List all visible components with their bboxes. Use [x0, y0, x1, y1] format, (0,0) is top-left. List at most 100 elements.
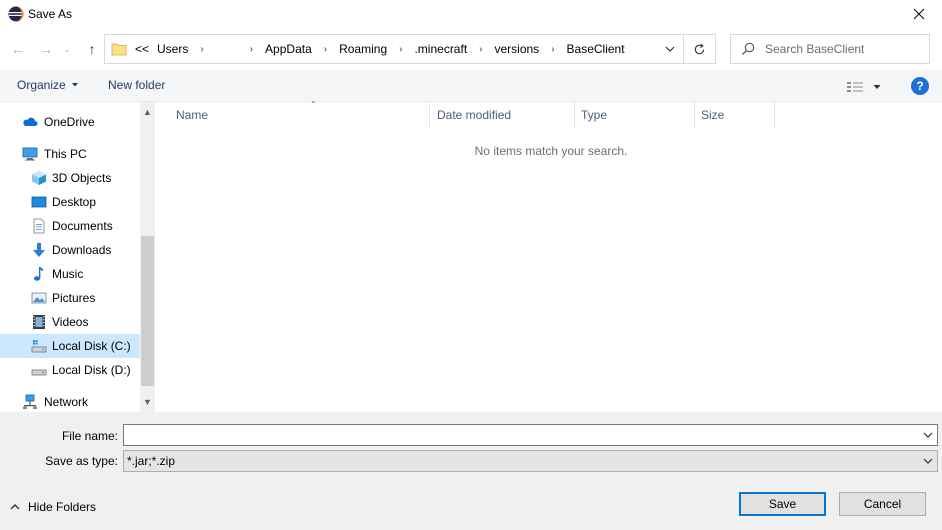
save-as-type-label: Save as type:	[45, 454, 118, 468]
help-button[interactable]: ?	[911, 77, 929, 95]
drive-icon	[31, 340, 47, 353]
chevron-right-icon[interactable]: ›	[316, 44, 335, 55]
address-bar[interactable]: << Users › › AppData › Roaming › .minecr…	[104, 34, 684, 64]
nav-item-videos[interactable]: Videos	[0, 310, 140, 334]
search-icon	[742, 42, 755, 55]
nav-item-label: Music	[52, 267, 84, 281]
column-label: Name	[176, 108, 209, 122]
hide-folders-button[interactable]: Hide Folders	[10, 500, 96, 514]
breadcrumb-overflow[interactable]: <<	[131, 42, 153, 56]
nav-item-label: Documents	[52, 219, 113, 233]
title-bar: Save As	[0, 0, 942, 28]
breadcrumb-minecraft[interactable]: .minecraft	[410, 42, 471, 56]
save-button[interactable]: Save	[739, 492, 826, 516]
drive-icon	[31, 369, 47, 376]
nav-item-this-pc[interactable]: This PC	[0, 142, 140, 166]
chevron-down-icon	[923, 432, 933, 438]
nav-item-3d-objects[interactable]: 3D Objects	[0, 166, 140, 190]
nav-item-network[interactable]: Network	[0, 390, 140, 412]
save-options-panel: File name: Save as type: *.jar;*.zip Hid…	[0, 412, 942, 530]
refresh-button[interactable]	[684, 34, 716, 64]
file-name-dropdown-button[interactable]	[921, 428, 935, 442]
scroll-down-arrow-icon[interactable]: ▼	[140, 394, 155, 410]
arrow-up-icon: ↑	[88, 41, 96, 57]
command-toolbar: Organize New folder ?	[0, 70, 942, 102]
change-view-button[interactable]	[846, 78, 888, 96]
nav-item-label: 3D Objects	[52, 171, 112, 185]
nav-item-documents[interactable]: Documents	[0, 214, 140, 238]
organize-button[interactable]: Organize	[17, 78, 82, 92]
column-header-date-modified[interactable]: Date modified	[431, 102, 575, 128]
breadcrumb-appdata[interactable]: AppData	[261, 42, 316, 56]
navigation-scrollbar[interactable]: ▲ ▼	[140, 102, 155, 412]
search-input[interactable]	[765, 35, 925, 63]
desktop-icon	[31, 196, 47, 208]
nav-item-label: Network	[44, 395, 89, 409]
chevron-right-icon[interactable]: ›	[192, 44, 211, 55]
download-arrow-icon	[33, 243, 45, 257]
new-folder-button[interactable]: New folder	[108, 78, 165, 92]
nav-item-label: Local Disk (D:)	[52, 363, 131, 377]
save-as-type-select[interactable]: *.jar;*.zip	[123, 450, 938, 472]
window-title: Save As	[28, 7, 73, 21]
picture-icon	[31, 292, 47, 304]
nav-item-desktop[interactable]: Desktop	[0, 190, 140, 214]
music-note-icon	[34, 267, 44, 281]
chevron-right-icon[interactable]: ›	[471, 44, 490, 55]
back-button[interactable]: ←	[8, 38, 28, 60]
eclipse-app-icon	[8, 6, 24, 22]
folder-icon	[111, 43, 127, 56]
nav-item-local-disk-c[interactable]: Local Disk (C:)	[0, 334, 140, 358]
column-header-name[interactable]: ⌃ Name	[170, 100, 430, 128]
chevron-right-icon[interactable]: ›	[242, 44, 261, 55]
chevron-right-icon[interactable]: ›	[391, 44, 410, 55]
scroll-up-arrow-icon[interactable]: ▲	[140, 104, 155, 120]
nav-item-music[interactable]: Music	[0, 262, 140, 286]
help-icon: ?	[916, 79, 924, 93]
nav-item-label: This PC	[44, 147, 87, 161]
cube-icon	[32, 171, 46, 185]
file-name-label: File name:	[61, 429, 118, 443]
close-button[interactable]	[896, 0, 942, 28]
film-icon	[33, 315, 45, 329]
arrow-right-icon: →	[39, 41, 53, 57]
column-label: Type	[581, 108, 608, 122]
nav-item-local-disk-d[interactable]: Local Disk (D:)	[0, 358, 140, 382]
nav-item-label: Videos	[52, 315, 89, 329]
chevron-down-icon	[665, 46, 675, 52]
nav-item-onedrive[interactable]: OneDrive	[0, 110, 140, 134]
column-label: Size	[701, 108, 725, 122]
address-dropdown-button[interactable]	[657, 35, 683, 63]
nav-item-downloads[interactable]: Downloads	[0, 238, 140, 262]
chevron-right-icon[interactable]: ›	[543, 44, 562, 55]
caret-down-icon	[873, 85, 881, 89]
breadcrumb-roaming[interactable]: Roaming	[335, 42, 391, 56]
refresh-icon	[694, 43, 705, 54]
search-box[interactable]	[730, 34, 930, 64]
file-name-combobox[interactable]	[123, 424, 938, 446]
forward-button[interactable]: →	[36, 38, 56, 60]
column-header-type[interactable]: Type	[575, 102, 695, 128]
nav-item-label: Downloads	[52, 243, 112, 257]
breadcrumb-baseclient[interactable]: BaseClient	[563, 42, 629, 56]
nav-item-label: OneDrive	[44, 115, 95, 129]
breadcrumb: << Users › › AppData › Roaming › .minecr…	[131, 35, 629, 63]
recent-locations-button[interactable]: ⌄	[60, 38, 74, 60]
breadcrumb-versions[interactable]: versions	[491, 42, 544, 56]
up-button[interactable]: ↑	[82, 38, 102, 60]
scrollbar-thumb[interactable]	[141, 236, 154, 386]
file-list: ⌃ Name Date modified Type Size No items …	[156, 100, 942, 412]
save-as-type-dropdown-button[interactable]	[921, 454, 935, 468]
arrow-left-icon: ←	[11, 41, 25, 57]
nav-item-label: Local Disk (C:)	[52, 339, 131, 353]
chevron-down-icon: ⌄	[63, 43, 71, 54]
column-header-size[interactable]: Size	[695, 102, 775, 128]
column-label: Date modified	[437, 108, 512, 122]
file-name-input[interactable]	[124, 425, 914, 445]
cancel-button[interactable]: Cancel	[839, 492, 926, 516]
breadcrumb-users[interactable]: Users	[153, 42, 192, 56]
computer-icon	[22, 147, 38, 161]
document-icon	[33, 218, 45, 234]
nav-item-pictures[interactable]: Pictures	[0, 286, 140, 310]
hide-folders-label: Hide Folders	[28, 500, 97, 514]
